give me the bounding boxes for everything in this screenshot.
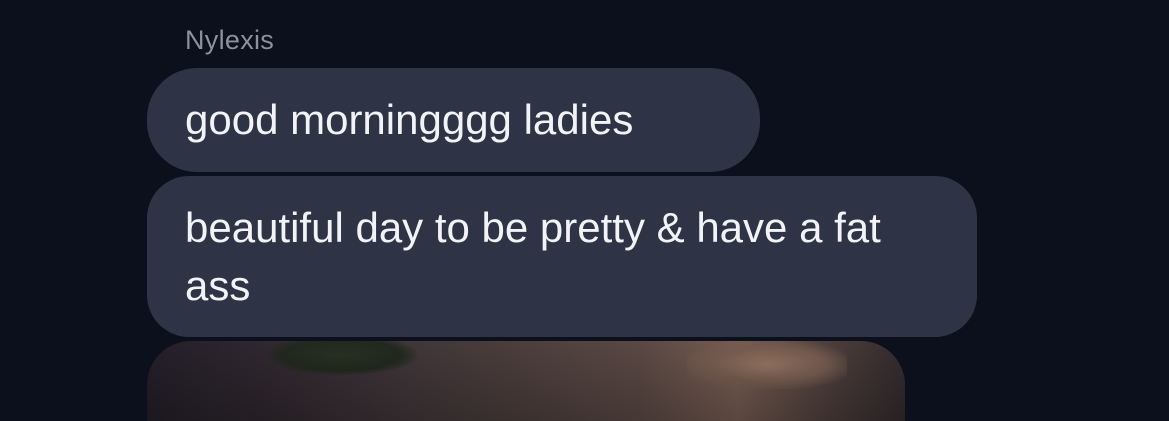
message-text: good morningggg ladies: [185, 96, 634, 143]
message-bubble[interactable]: beautiful day to be pretty & have a fat …: [147, 176, 977, 337]
message-text: beautiful day to be pretty & have a fat …: [185, 204, 881, 309]
message-bubble[interactable]: good morningggg ladies: [147, 68, 760, 172]
photo-overlay: [147, 341, 905, 421]
sender-name[interactable]: Nylexis: [185, 25, 274, 56]
photo-attachment[interactable]: [147, 341, 905, 421]
message-thread: Nylexis good morningggg ladies beautiful…: [0, 0, 1169, 421]
